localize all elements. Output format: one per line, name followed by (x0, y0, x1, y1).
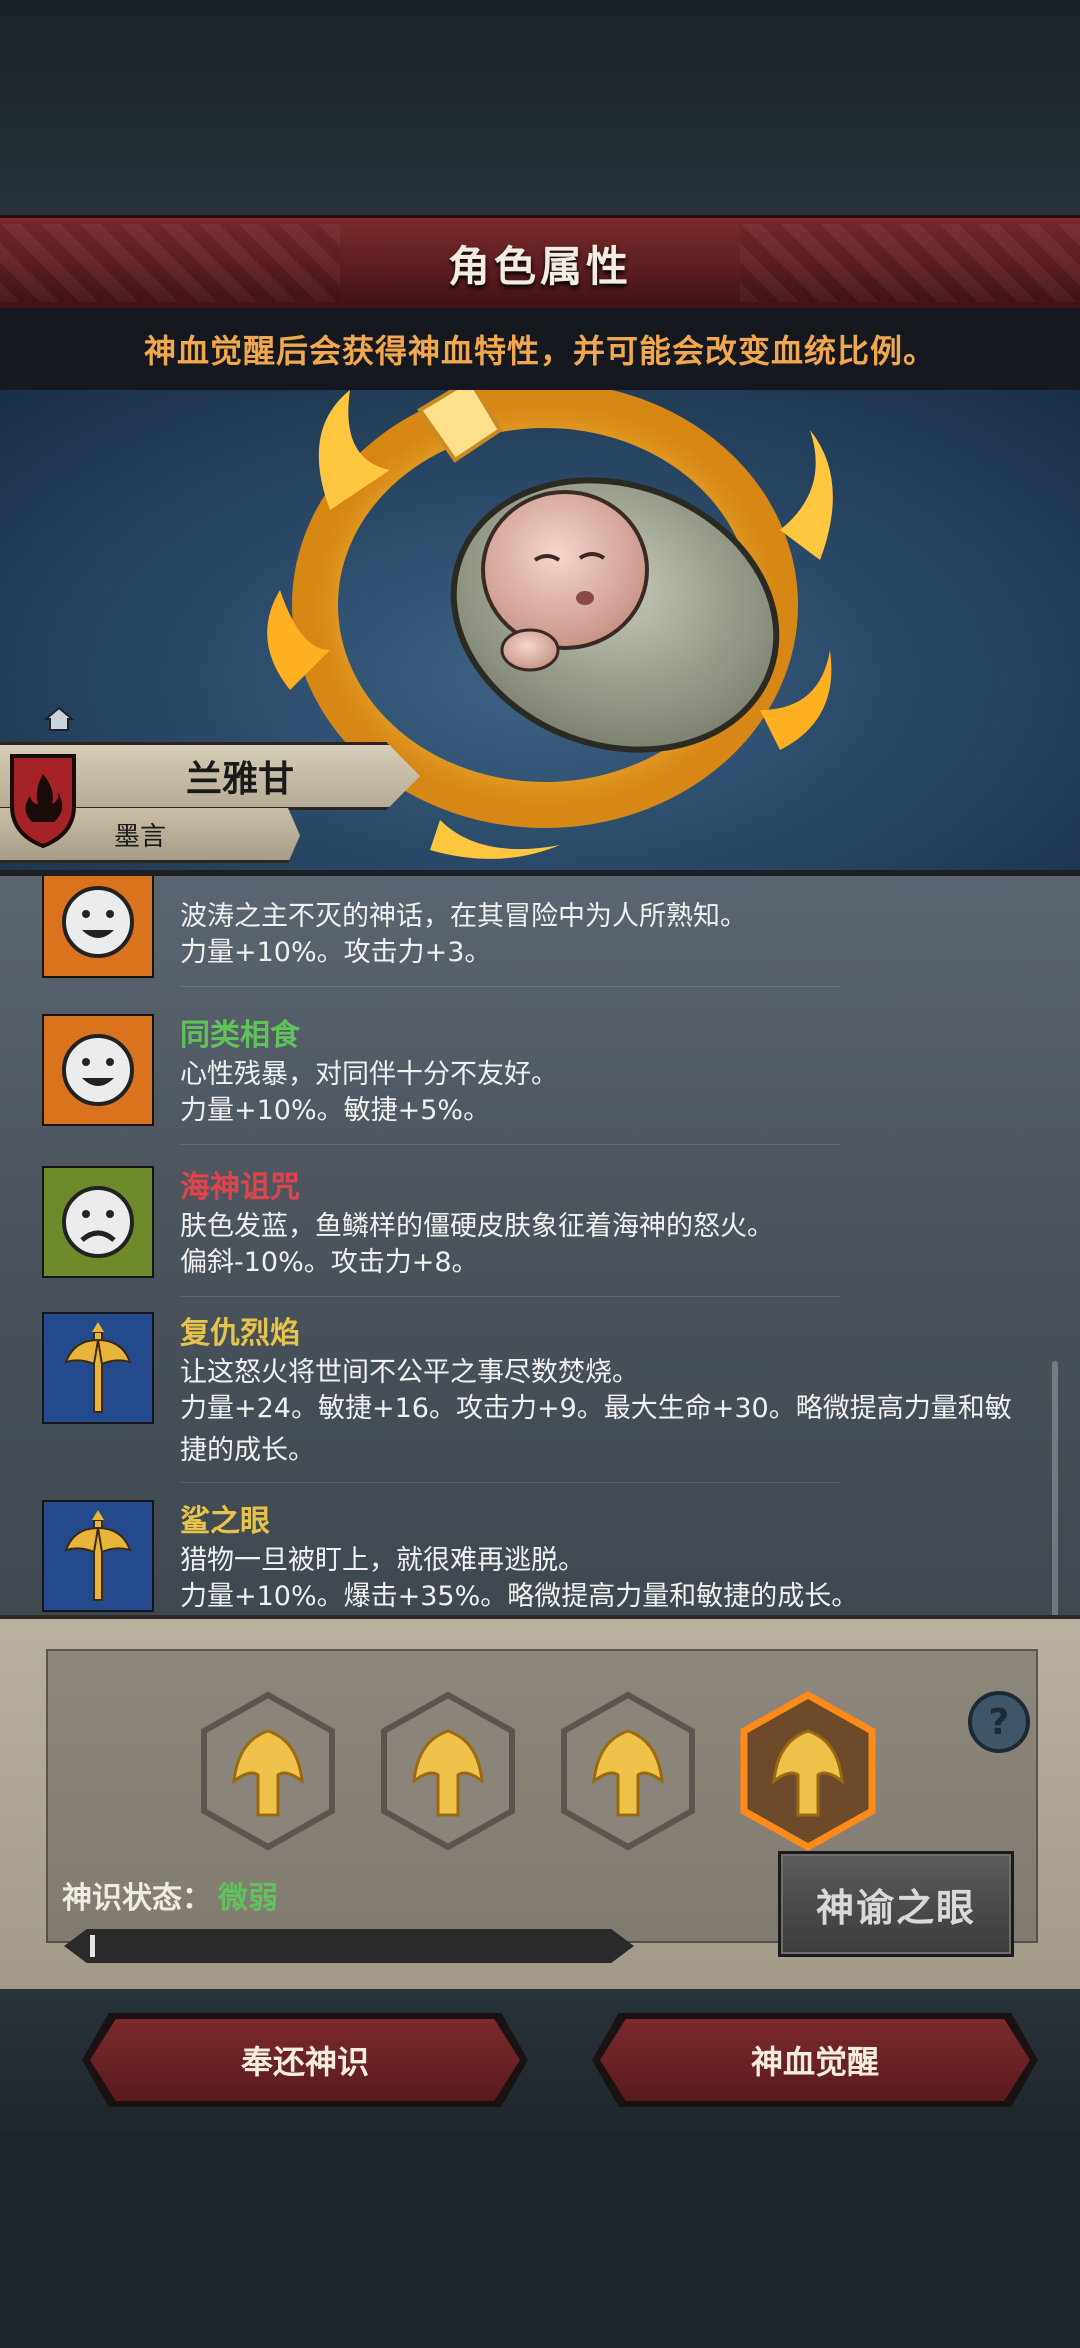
trident-flame-icon[interactable] (558, 1691, 698, 1851)
trait-name: 同类相食 (180, 1018, 300, 1053)
title-banner: 角色属性 (0, 215, 1080, 311)
svg-text:?: ? (989, 1702, 1010, 1743)
axe-icon (42, 1500, 154, 1612)
sad-face-icon (42, 1166, 154, 1278)
trait-desc: 波涛之主不灭的神话，在其冒险中为人所熟知。 (180, 901, 747, 932)
divine-inner-panel: ? 神识状态： 微弱 神谕之眼 (46, 1649, 1038, 1963)
divider (180, 1482, 840, 1483)
blood-awaken-button[interactable]: 神血觉醒 (600, 2019, 1030, 2101)
trait-desc: 心性残暴，对同伴十分不友好。 (180, 1059, 558, 1090)
trait-name: 复仇烈焰 (180, 1316, 300, 1351)
trait-name: 海神诅咒 (180, 1170, 300, 1205)
axe-icon (42, 1312, 154, 1424)
trait-effect: 力量+10%。爆击+35%。略微提高力量和敏捷的成长。 (180, 1581, 859, 1612)
trait-name: 鲨之眼 (180, 1504, 270, 1539)
trait-effect: 力量+10%。敏捷+5%。 (180, 1095, 491, 1126)
character-name: 兰雅甘 (185, 759, 294, 800)
smile-face-icon (42, 876, 154, 978)
trait-desc: 肤色发蓝，鱼鳞样的僵硬皮肤象征着海神的怒火。 (180, 1211, 774, 1242)
divider (180, 1144, 840, 1145)
trait-effect: 力量+10%。攻击力+3。 (180, 937, 492, 968)
trait-effect: 力量+24。敏捷+16。攻击力+9。最大生命+30。略微提高力量和敏捷的成长。 (180, 1393, 1012, 1466)
sense-status-label: 神识状态： (62, 1881, 212, 1916)
sense-status-value: 微弱 (218, 1881, 278, 1916)
page-title: 角色属性 (447, 241, 632, 291)
trident-flame-icon[interactable] (198, 1691, 338, 1851)
sense-progress-fill (90, 1935, 95, 1957)
bottom-background (0, 2134, 1080, 2348)
smile-face-icon (42, 1014, 154, 1126)
help-icon[interactable]: ? (966, 1689, 1032, 1755)
sense-progress-bar (64, 1929, 634, 1963)
fire-shield-icon (10, 754, 76, 848)
return-sense-button[interactable]: 奉还神识 (90, 2019, 520, 2101)
page-subtitle: 神血觉醒后会获得神血特性，并可能会改变血统比例。 (143, 332, 936, 370)
divine-sense-panel: ? 神识状态： 微弱 神谕之眼 (0, 1615, 1080, 1993)
trident-flame-icon[interactable] (378, 1691, 518, 1851)
traits-list[interactable]: 波涛之主不灭的神话，在其冒险中为人所熟知。 力量+10%。攻击力+3。 同类相食… (0, 870, 1080, 1621)
oracle-eye-button[interactable]: 神谕之眼 (778, 1851, 1014, 1957)
action-bar: 奉还神识 神血觉醒 (0, 1989, 1080, 2134)
divider (180, 986, 840, 987)
trait-desc: 猎物一旦被盯上，就很难再逃脱。 (180, 1545, 585, 1576)
top-background (0, 0, 1080, 215)
trait-desc: 让这怒火将世间不公平之事尽数焚烧。 (180, 1357, 639, 1388)
traits-scrollbar[interactable] (1052, 1361, 1058, 1621)
character-subname: 墨言 (113, 821, 166, 852)
home-icon (44, 706, 74, 731)
trait-effect: 偏斜-10%。攻击力+8。 (180, 1247, 479, 1278)
divider (180, 1296, 840, 1297)
trident-flame-icon-selected[interactable] (738, 1691, 878, 1851)
subtitle-bar: 神血觉醒后会获得神血特性，并可能会改变血统比例。 (0, 308, 1080, 390)
